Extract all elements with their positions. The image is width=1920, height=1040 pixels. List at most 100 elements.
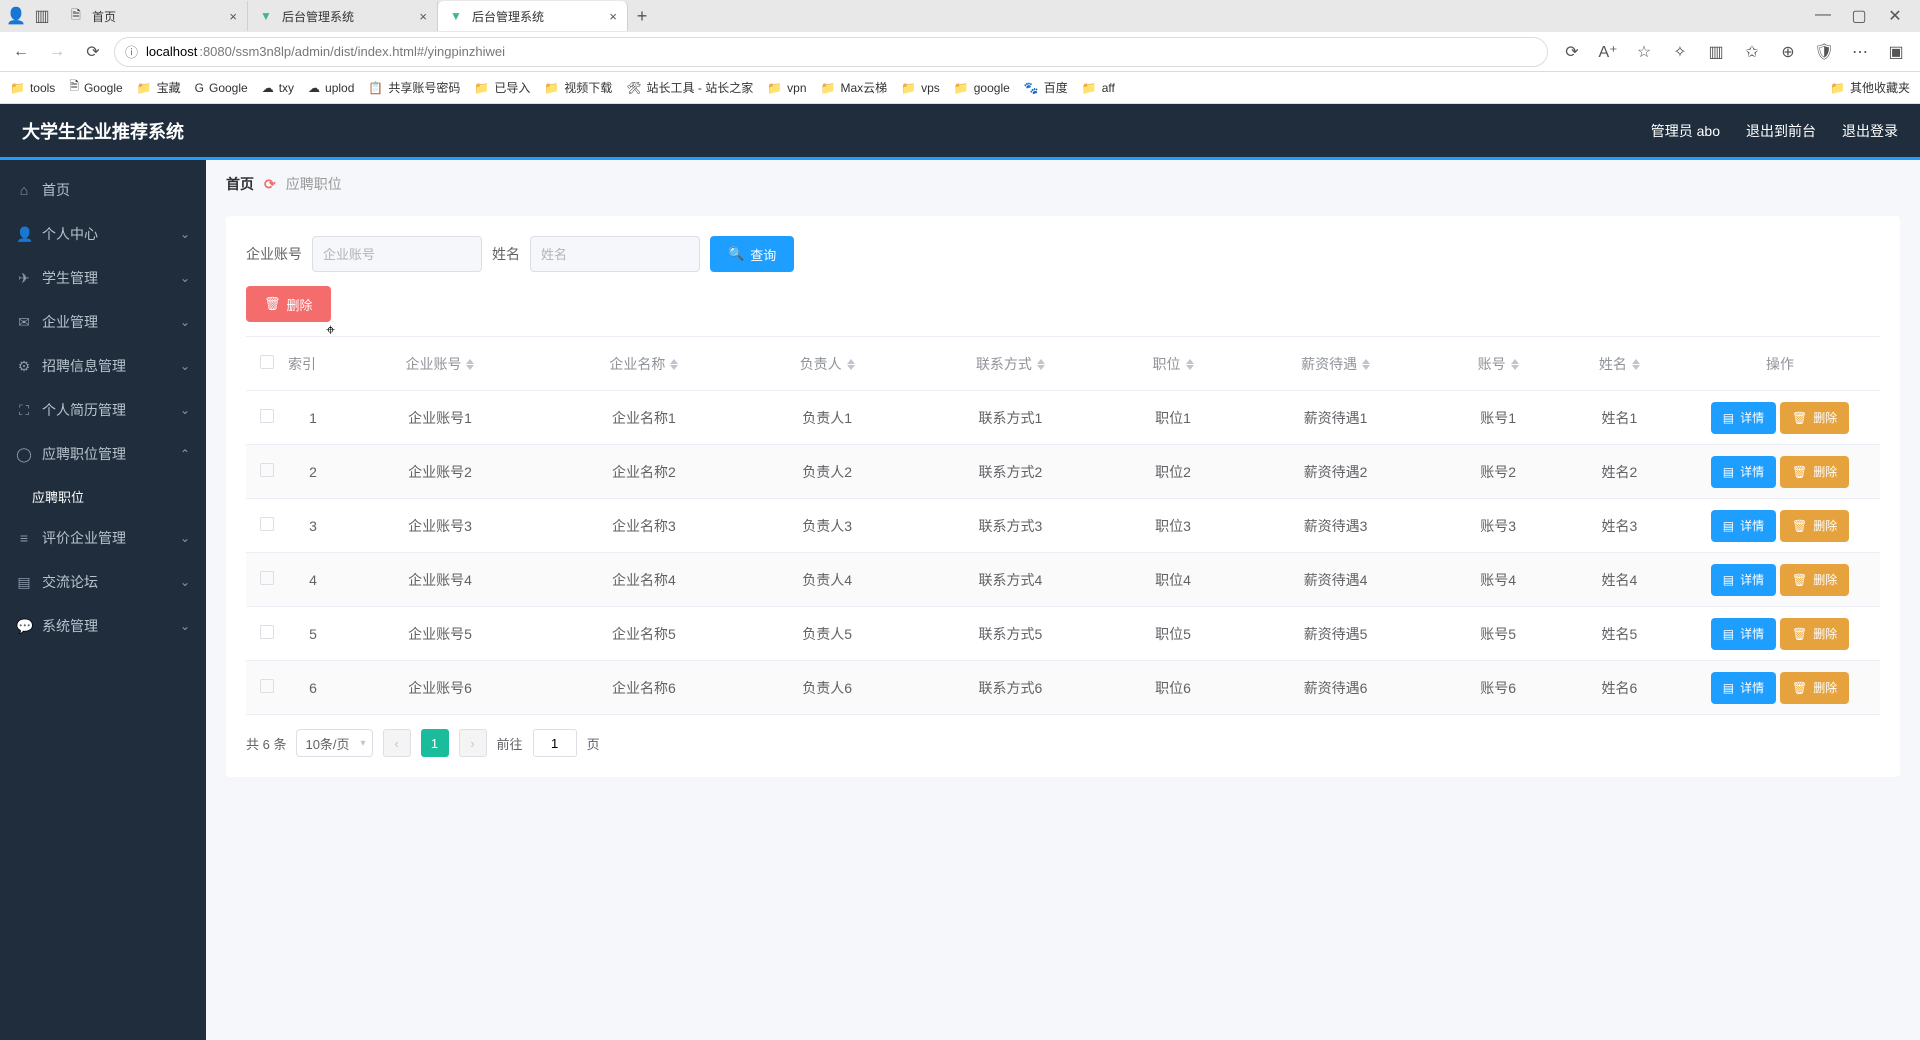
extensions-icon[interactable]: ✧ <box>1670 42 1690 62</box>
next-page-button[interactable]: › <box>459 729 487 757</box>
row-delete-button[interactable]: 🗑 删除 <box>1780 402 1849 434</box>
th-leader[interactable]: 负责人 <box>746 337 909 391</box>
app-title: 大学生企业推荐系统 <box>22 118 184 144</box>
downloads-icon[interactable]: ⊕ <box>1778 42 1798 62</box>
row-delete-button[interactable]: 🗑 删除 <box>1780 510 1849 542</box>
sort-icon <box>1362 359 1370 370</box>
profile-icon[interactable]: 👤 <box>6 6 26 26</box>
sync-icon[interactable]: ⟳ <box>1562 42 1582 62</box>
sidebar-item-forum[interactable]: ▤交流论坛⌄ <box>0 560 206 604</box>
folder-icon: 📁 <box>1830 81 1845 95</box>
select-all-checkbox[interactable] <box>260 355 274 369</box>
bookmark-item[interactable]: 📁宝藏 <box>137 79 181 96</box>
filter-input-name[interactable] <box>530 236 700 272</box>
row-detail-button[interactable]: ▤ 详情 <box>1711 402 1776 434</box>
th-name[interactable]: 姓名 <box>1559 337 1680 391</box>
sidebar-item-review[interactable]: ≡评价企业管理⌄ <box>0 516 206 560</box>
minimize-button[interactable]: — <box>1814 6 1832 26</box>
row-checkbox[interactable] <box>260 463 274 477</box>
bookmark-item[interactable]: 📁已导入 <box>474 79 530 96</box>
sidebar-item-resume[interactable]: ⛶个人简历管理⌄ <box>0 388 206 432</box>
page-number-button[interactable]: 1 <box>421 729 449 757</box>
cell-company: 企业名称2 <box>542 445 746 499</box>
sidebar-item-home[interactable]: ⌂首页 <box>0 168 206 212</box>
bookmark-item[interactable]: 📁aff <box>1082 81 1115 95</box>
site-info-icon[interactable]: ⓘ <box>125 42 138 61</box>
browser-tab[interactable]: ▼ 后台管理系统 × <box>248 1 438 31</box>
close-window-button[interactable]: ✕ <box>1886 6 1904 26</box>
bookmark-item[interactable]: 🛠 站长工具 - 站长之家 <box>626 79 753 96</box>
bookmark-item[interactable]: 🐾 百度 <box>1024 79 1068 96</box>
collections-icon[interactable]: ✩ <box>1742 42 1762 62</box>
row-checkbox[interactable] <box>260 625 274 639</box>
row-detail-button[interactable]: ▤ 详情 <box>1711 564 1776 596</box>
bookmark-item[interactable]: 📁google <box>954 81 1010 95</box>
prev-page-button[interactable]: ‹ <box>383 729 411 757</box>
delete-button[interactable]: 🗑删除 <box>246 286 331 322</box>
favorite-icon[interactable]: ☆ <box>1634 42 1654 62</box>
split-icon[interactable]: ▥ <box>1706 42 1726 62</box>
sidebar-item-recruit[interactable]: ⚙招聘信息管理⌄ <box>0 344 206 388</box>
admin-label[interactable]: 管理员 abo <box>1651 121 1720 141</box>
more-icon[interactable]: ⋯ <box>1850 42 1870 62</box>
bookmark-item[interactable]: 📁tools <box>10 81 55 95</box>
row-delete-button[interactable]: 🗑 删除 <box>1780 456 1849 488</box>
address-bar[interactable]: ⓘ localhost :8080/ssm3n8lp/admin/dist/in… <box>114 37 1548 67</box>
bookmark-item[interactable]: ☁ txy <box>262 81 294 95</box>
bookmark-item[interactable]: 📋 共享账号密码 <box>368 79 460 96</box>
bookmark-item[interactable]: G Google <box>195 81 248 95</box>
new-tab-button[interactable]: + <box>628 2 656 30</box>
row-checkbox[interactable] <box>260 517 274 531</box>
row-detail-button[interactable]: ▤ 详情 <box>1711 672 1776 704</box>
sidebar-item-apply[interactable]: ◯应聘职位管理⌃ <box>0 432 206 476</box>
th-salary[interactable]: 薪资待遇 <box>1234 337 1438 391</box>
sidebar-item-enterprise[interactable]: ✉企业管理⌄ <box>0 300 206 344</box>
sidebar-subitem-apply[interactable]: 应聘职位 <box>0 476 206 516</box>
row-checkbox[interactable] <box>260 571 274 585</box>
sidebar-item-student[interactable]: ✈学生管理⌄ <box>0 256 206 300</box>
bookmark-item[interactable]: 🗎 Google <box>69 77 122 98</box>
close-icon[interactable]: × <box>419 9 427 24</box>
breadcrumb-home[interactable]: 首页 <box>226 174 254 194</box>
browser-tab-active[interactable]: ▼ 后台管理系统 × <box>438 1 628 31</box>
row-delete-button[interactable]: 🗑 删除 <box>1780 672 1849 704</box>
row-delete-button[interactable]: 🗑 删除 <box>1780 618 1849 650</box>
bookmark-item[interactable]: 📁vpn <box>767 81 806 95</box>
th-position[interactable]: 职位 <box>1112 337 1233 391</box>
logout-button[interactable]: 退出登录 <box>1842 121 1898 141</box>
close-icon[interactable]: × <box>229 9 237 24</box>
row-detail-button[interactable]: ▤ 详情 <box>1711 456 1776 488</box>
row-checkbox[interactable] <box>260 679 274 693</box>
sidebar-item-personal[interactable]: 👤个人中心⌄ <box>0 212 206 256</box>
row-detail-button[interactable]: ▤ 详情 <box>1711 618 1776 650</box>
sidebar-item-system[interactable]: 💬系统管理⌄ <box>0 604 206 648</box>
search-button[interactable]: 🔍查询 <box>710 236 794 272</box>
panel-icon[interactable]: ▣ <box>1886 42 1906 62</box>
row-checkbox[interactable] <box>260 409 274 423</box>
th-contact[interactable]: 联系方式 <box>908 337 1112 391</box>
read-aloud-icon[interactable]: A⁺ <box>1598 42 1618 62</box>
row-delete-button[interactable]: 🗑 删除 <box>1780 564 1849 596</box>
bookmark-item[interactable]: 📁vps <box>901 81 940 95</box>
reload-button[interactable]: ⟳ <box>78 37 108 67</box>
sidebar-icon[interactable]: ▥ <box>32 6 52 26</box>
th-account[interactable]: 企业账号 <box>338 337 542 391</box>
forward-button[interactable]: → <box>42 37 72 67</box>
back-button[interactable]: ← <box>6 37 36 67</box>
maximize-button[interactable]: ▢ <box>1850 6 1868 26</box>
bookmark-item[interactable]: ☁ uplod <box>308 81 354 95</box>
close-icon[interactable]: × <box>609 9 617 24</box>
page-size-select[interactable]: 10条/页 <box>296 729 372 757</box>
bookmark-item[interactable]: 📁视频下载 <box>544 79 612 96</box>
goto-page-input[interactable] <box>533 729 577 757</box>
row-detail-button[interactable]: ▤ 详情 <box>1711 510 1776 542</box>
shield-icon[interactable]: 🛡 <box>1814 42 1834 62</box>
other-bookmarks[interactable]: 📁其他收藏夹 <box>1830 79 1910 96</box>
cell-user: 账号4 <box>1438 553 1559 607</box>
filter-input-account[interactable] <box>312 236 482 272</box>
th-company[interactable]: 企业名称 <box>542 337 746 391</box>
browser-tab[interactable]: 🗎 首页 × <box>58 1 248 31</box>
th-user[interactable]: 账号 <box>1438 337 1559 391</box>
goto-front-button[interactable]: 退出到前台 <box>1746 121 1816 141</box>
bookmark-item[interactable]: 📁Max云梯 <box>821 79 888 96</box>
